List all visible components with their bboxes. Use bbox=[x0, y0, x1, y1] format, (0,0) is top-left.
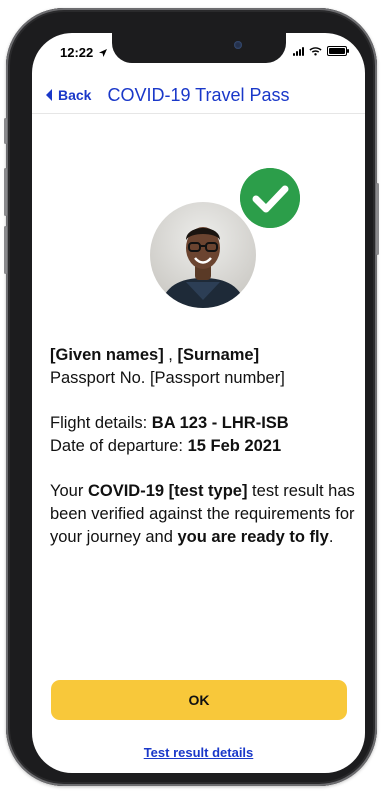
traveller-name: [Given names] , [Surname] bbox=[50, 344, 355, 367]
verification-message: Your COVID-19 [test type] test result ha… bbox=[50, 480, 355, 549]
traveller-photo bbox=[150, 202, 256, 308]
flight-details-line: Flight details: BA 123 - LHR-ISB bbox=[50, 412, 355, 435]
notch bbox=[112, 33, 286, 63]
ok-label: OK bbox=[188, 692, 210, 708]
flight-details-value: BA 123 - LHR-ISB bbox=[151, 414, 289, 432]
given-names: [Given names] bbox=[50, 346, 164, 364]
passport-line: Passport No. [Passport number] bbox=[50, 367, 355, 390]
surname: [Surname] bbox=[177, 346, 260, 364]
avatar bbox=[150, 202, 256, 308]
chevron-left-icon bbox=[46, 89, 52, 101]
power-button bbox=[376, 183, 379, 255]
ready-to-fly: you are ready to fly bbox=[177, 528, 329, 546]
cellular-signal-icon bbox=[293, 46, 304, 56]
departure-date-line: Date of departure: 15 Feb 2021 bbox=[50, 435, 355, 458]
navigation-bar: Back COVID-19 Travel Pass bbox=[32, 77, 365, 113]
camera-icon bbox=[234, 41, 242, 49]
back-label: Back bbox=[58, 87, 92, 103]
name-separator: , bbox=[163, 346, 178, 364]
page-title: COVID-19 Travel Pass bbox=[107, 84, 290, 105]
volume-down-button bbox=[4, 226, 7, 274]
ok-button[interactable]: OK bbox=[51, 680, 347, 720]
passport-label: Passport No. bbox=[50, 369, 150, 387]
status-bar-time: 12:22 bbox=[60, 45, 107, 60]
app-screen: 12:22 Back COVID-19 Travel Pass [Given n… bbox=[32, 33, 365, 773]
departure-date-value: 15 Feb 2021 bbox=[187, 437, 282, 455]
message-text: . bbox=[328, 528, 334, 546]
back-button[interactable]: Back bbox=[46, 87, 91, 103]
test-type: COVID-19 [test type] bbox=[87, 482, 248, 500]
departure-date-label: Date of departure: bbox=[50, 437, 188, 455]
battery-icon bbox=[327, 46, 349, 56]
phone-frame: 12:22 Back COVID-19 Travel Pass [Given n… bbox=[4, 8, 379, 786]
time-label: 12:22 bbox=[60, 45, 94, 60]
message-text: Your bbox=[50, 482, 88, 500]
nav-divider bbox=[32, 113, 365, 114]
volume-up-button bbox=[4, 168, 7, 216]
test-result-details-link[interactable]: Test result details bbox=[32, 745, 365, 760]
pass-details: [Given names] , [Surname] Passport No. [… bbox=[50, 344, 355, 549]
wifi-icon bbox=[309, 47, 322, 56]
location-arrow-icon bbox=[98, 49, 107, 57]
passport-number: [Passport number] bbox=[149, 369, 285, 387]
status-bar-icons bbox=[293, 46, 349, 56]
silent-switch bbox=[4, 118, 7, 144]
flight-details-label: Flight details: bbox=[50, 414, 152, 432]
check-circle-icon bbox=[240, 168, 300, 228]
